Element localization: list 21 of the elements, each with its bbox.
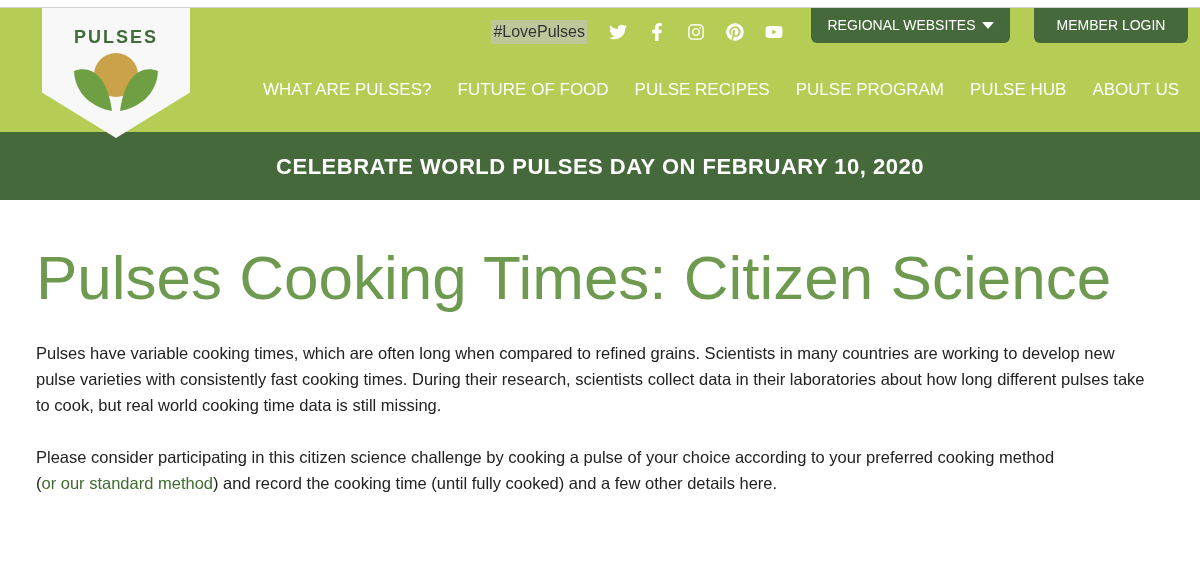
pinterest-icon[interactable]	[726, 23, 744, 41]
nav-link[interactable]: PULSE HUB	[970, 77, 1067, 103]
participation-paragraph: Please consider participating in this citizen science challenge by cooking a pulse of your choice according to your preferred cooking method (or our standard method) and record the cooking time (until fully cooked) and a few other details here.	[36, 447, 1056, 494]
dropdown-button[interactable]: REGIONAL WEBSITES	[811, 8, 1010, 43]
standard-method-link[interactable]: or our standard method	[41, 474, 214, 492]
nav-link[interactable]: PULSE RECIPES	[634, 77, 770, 103]
intro-paragraph: Pulses have variable cooking times, which are often long when compared to refined grains. Scientists in many countries are working to develop new pulse varieties with consistently fast cooking times. During their research, scientists collect data in their laboratories about how long different pulses take to cook, but real world cooking time data is still missing.	[36, 343, 1146, 416]
login-button[interactable]: MEMBER LOGIN	[1034, 8, 1188, 43]
instagram-icon[interactable]	[687, 23, 705, 41]
nav-link[interactable]: FUTURE OF FOOD	[457, 77, 609, 103]
nav-link[interactable]: PULSE PROGRAM	[795, 77, 945, 103]
hashtag-label[interactable]: #LovePulses	[491, 20, 587, 44]
nav-link[interactable]: ABOUT US	[1092, 77, 1179, 103]
caret-icon	[981, 22, 994, 29]
nav-link[interactable]: WHAT ARE PULSES?	[263, 77, 432, 103]
page-title: Pulses Cooking Times: Citizen Science	[36, 242, 1113, 314]
logo-badge[interactable]: PULSES	[42, 8, 190, 138]
logo-text: PULSES	[74, 26, 158, 49]
twitter-icon[interactable]	[609, 23, 627, 41]
youtube-icon[interactable]	[765, 23, 783, 41]
announcement-banner: CELEBRATE WORLD PULSES DAY ON FEBRUARY 10, 2020	[0, 132, 1200, 200]
